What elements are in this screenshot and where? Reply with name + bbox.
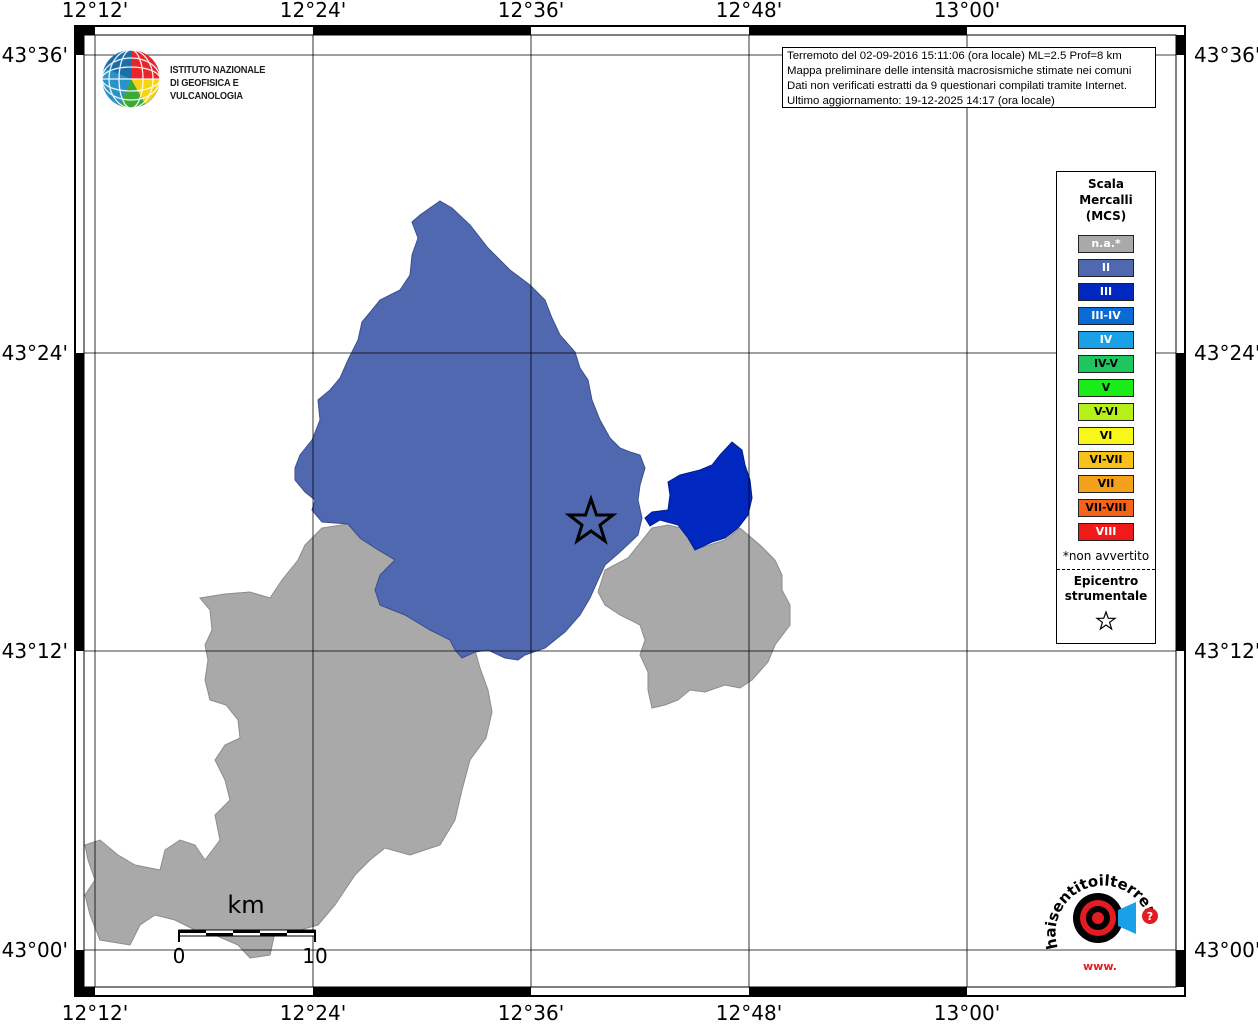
lat-tick-label: 43°24' bbox=[2, 341, 68, 365]
lat-tick-label: 43°00' bbox=[1194, 938, 1258, 962]
legend-item: III bbox=[1078, 283, 1134, 301]
lon-tick-label: 12°12' bbox=[62, 0, 128, 22]
lon-tick-label: 12°24' bbox=[280, 0, 346, 22]
legend-items: n.a.* II III III-IV IV IV-V V V-VI VI VI-VII VII VI… bbox=[1057, 235, 1155, 541]
lon-tick-label: 12°48' bbox=[716, 0, 782, 22]
lon-tick-label: 12°12' bbox=[62, 1001, 128, 1024]
lon-tick-label: 12°24' bbox=[280, 1001, 346, 1024]
legend-epicenter-label: Epicentro strumentale bbox=[1057, 574, 1155, 604]
legend-item: II bbox=[1078, 259, 1134, 277]
legend-item: VIII bbox=[1078, 523, 1134, 541]
legend-item: IV-V bbox=[1078, 355, 1134, 373]
lon-tick-label: 12°36' bbox=[498, 1001, 564, 1024]
lon-tick-label: 12°36' bbox=[498, 0, 564, 22]
legend-item: V bbox=[1078, 379, 1134, 397]
lat-ticks-left: 43°36' 43°24' 43°12' 43°00' bbox=[2, 43, 68, 962]
org-name-line2: DI GEOFISICA E VULCANOLOGIA bbox=[170, 77, 243, 102]
scale-bar-max: 10 bbox=[302, 944, 327, 968]
legend-item: n.a.* bbox=[1078, 235, 1134, 253]
haisentito-logo-icon: haisentitoilterremoto.it ? www. bbox=[1033, 844, 1163, 973]
globe-icon bbox=[101, 49, 161, 109]
ingv-logo-text: ISTITUTO NAZIONALE DI GEOFISICA E VULCAN… bbox=[170, 64, 302, 103]
legend-item: III-IV bbox=[1078, 307, 1134, 325]
lat-ticks-right: 43°36' 43°24' 43°12' 43°00' bbox=[1194, 43, 1258, 962]
svg-text:?: ? bbox=[1147, 910, 1153, 923]
event-info-box: Terremoto del 02-09-2016 15:11:06 (ora l… bbox=[782, 47, 1156, 108]
lat-tick-label: 43°12' bbox=[1194, 639, 1258, 663]
legend-divider bbox=[1057, 569, 1155, 570]
legend-epicenter-line: strumentale bbox=[1064, 589, 1148, 603]
org-name-line1: ISTITUTO NAZIONALE bbox=[170, 64, 266, 76]
scale-bar-min: 0 bbox=[173, 944, 186, 968]
legend-item: V-VI bbox=[1078, 403, 1134, 421]
legend-title-line: Mercalli bbox=[1079, 193, 1133, 207]
legend-item: VI-VII bbox=[1078, 451, 1134, 469]
legend-title-line: Scala bbox=[1087, 177, 1125, 191]
legend-item: VII bbox=[1078, 475, 1134, 493]
lat-tick-label: 43°00' bbox=[2, 938, 68, 962]
lon-ticks-top: 12°12' 12°24' 12°36' 12°48' 13°00' bbox=[62, 0, 1000, 22]
legend-epicenter-line: Epicentro bbox=[1073, 574, 1139, 588]
lon-ticks-bottom: 12°12' 12°24' 12°36' 12°48' 13°00' bbox=[62, 1001, 1000, 1024]
legend-item: IV bbox=[1078, 331, 1134, 349]
event-info-line: Ultimo aggiornamento: 19-12-2025 14:17 (… bbox=[787, 95, 1055, 107]
legend-title: Scala Mercalli (MCS) bbox=[1057, 176, 1155, 224]
legend-item: VII-VIII bbox=[1078, 499, 1134, 517]
event-info-line: Mappa preliminare delle intensità macros… bbox=[787, 65, 1132, 77]
legend-item: VI bbox=[1078, 427, 1134, 445]
lat-tick-label: 43°24' bbox=[1194, 341, 1258, 365]
logo-www-text: www. bbox=[1083, 960, 1117, 973]
lon-tick-label: 13°00' bbox=[934, 1001, 1000, 1024]
ingv-logo: ISTITUTO NAZIONALE DI GEOFISICA E VULCAN… bbox=[100, 48, 320, 110]
legend-title-line: (MCS) bbox=[1085, 209, 1127, 223]
legend-star-icon bbox=[1057, 610, 1155, 636]
lat-tick-label: 43°12' bbox=[2, 639, 68, 663]
intensity-legend: Scala Mercalli (MCS) n.a.* II III III-IV IV I… bbox=[1056, 171, 1156, 644]
lon-tick-label: 12°48' bbox=[716, 1001, 782, 1024]
scale-bar-unit: km bbox=[227, 891, 264, 919]
haisentito-logo: haisentitoilterremoto.it ? www. bbox=[1033, 844, 1168, 978]
lon-tick-label: 13°00' bbox=[934, 0, 1000, 22]
legend-note: *non avvertito bbox=[1062, 549, 1150, 563]
event-info-line: Terremoto del 02-09-2016 15:11:06 (ora l… bbox=[787, 50, 1122, 62]
lat-tick-label: 43°36' bbox=[1194, 43, 1258, 67]
lat-tick-label: 43°36' bbox=[2, 43, 68, 67]
event-info-line: Dati non verificati estratti da 9 questi… bbox=[787, 80, 1127, 92]
